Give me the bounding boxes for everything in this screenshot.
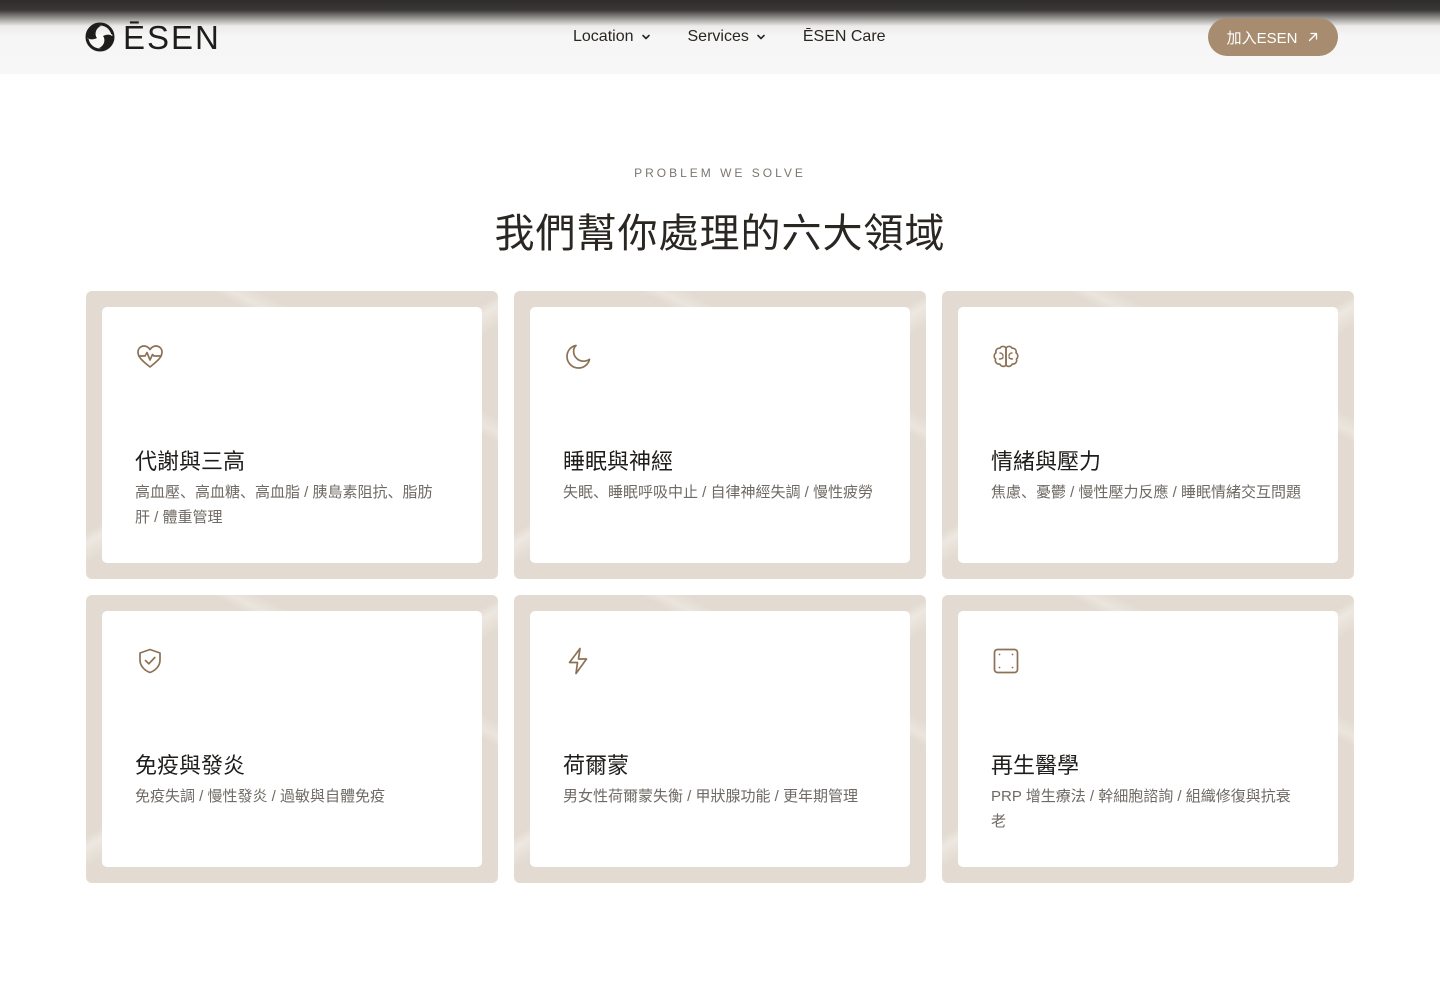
problem-card-immune[interactable]: 免疫與發炎 免疫失調 / 慢性發炎 / 過敏與自體免疫 xyxy=(102,611,482,867)
problem-card-metabolic[interactable]: 代謝與三高 高血壓、高血糖、高血脂 / 胰島素阻抗、脂肪肝 / 體重管理 xyxy=(102,307,482,563)
chevron-down-icon xyxy=(757,34,765,40)
join-esen-button[interactable]: 加入ESEN xyxy=(1208,18,1338,56)
card-title: 荷爾蒙 xyxy=(563,753,630,778)
card-title: 情緒與壓力 xyxy=(991,449,1102,474)
join-esen-label: 加入ESEN xyxy=(1226,29,1298,47)
card-title: 再生醫學 xyxy=(991,753,1080,778)
card-description: PRP 增生療法 / 幹細胞諮詢 / 組織修復與抗衰老 xyxy=(991,788,1291,830)
lightning-icon xyxy=(568,647,588,675)
card-title: 代謝與三高 xyxy=(135,449,246,474)
card-description: 免疫失調 / 慢性發炎 / 過敏與自體免疫 xyxy=(135,788,386,805)
card-description: 高血壓、高血糖、高血脂 / 胰島素阻抗、脂肪肝 / 體重管理 xyxy=(135,484,433,526)
problem-card-frame: 免疫與發炎 免疫失調 / 慢性發炎 / 過敏與自體免疫 xyxy=(86,595,498,883)
problem-card-emotion[interactable]: 情緒與壓力 焦慮、憂鬱 / 慢性壓力反應 / 睡眠情緒交互問題 xyxy=(958,307,1338,563)
heart-pulse-icon xyxy=(137,345,163,368)
nav-location-label: Location xyxy=(573,28,634,45)
shield-check-icon xyxy=(139,648,161,674)
chevron-down-icon xyxy=(641,34,650,40)
problem-card-frame: 情緒與壓力 焦慮、憂鬱 / 慢性壓力反應 / 睡眠情緒交互問題 xyxy=(942,291,1354,579)
card-title: 免疫與發炎 xyxy=(135,753,246,778)
problem-card-sleep[interactable]: 睡眠與神經 失眠、睡眠呼吸中止 / 自律神經失調 / 慢性疲勞 xyxy=(530,307,910,563)
nav-esen-care-label: ĒSEN Care xyxy=(802,28,886,45)
card-description: 失眠、睡眠呼吸中止 / 自律神經失調 / 慢性疲勞 xyxy=(563,484,874,501)
problem-cards-grid: 代謝與三高 高血壓、高血糖、高血脂 / 胰島素阻抗、脂肪肝 / 體重管理 睡眠與… xyxy=(86,291,1354,883)
section-title: 我們幫你處理的六大領域 xyxy=(494,211,946,256)
problem-card-regenerative[interactable]: 再生醫學 PRP 增生療法 / 幹細胞諮詢 / 組織修復與抗衰老 xyxy=(958,611,1338,867)
problem-card-hormone[interactable]: 荷爾蒙 男女性荷爾蒙失衡 / 甲狀腺功能 / 更年期管理 xyxy=(530,611,910,867)
nav-esen-care[interactable]: ĒSEN Care xyxy=(803,26,886,48)
problem-card-frame: 荷爾蒙 男女性荷爾蒙失衡 / 甲狀腺功能 / 更年期管理 xyxy=(514,595,926,883)
problem-card-frame: 睡眠與神經 失眠、睡眠呼吸中止 / 自律神經失調 / 慢性疲勞 xyxy=(514,291,926,579)
square-dots-icon xyxy=(993,648,1019,674)
logo-text: ĒSEN xyxy=(123,19,221,56)
main-nav: Location Services ĒSEN Care xyxy=(573,26,886,48)
card-description: 焦慮、憂鬱 / 慢性壓力反應 / 睡眠情緒交互問題 xyxy=(991,484,1302,501)
arrow-up-right-icon xyxy=(1309,32,1318,42)
moon-icon xyxy=(566,344,591,369)
section-eyebrow: PROBLEM WE SOLVE xyxy=(634,166,806,180)
site-header: ĒSEN Location Services ĒSEN Care 加入ESEN xyxy=(0,0,1440,74)
nav-services[interactable]: Services xyxy=(688,26,767,48)
logo[interactable]: ĒSEN xyxy=(85,19,221,56)
nav-location[interactable]: Location xyxy=(573,26,652,48)
card-title: 睡眠與神經 xyxy=(563,449,674,474)
nav-services-label: Services xyxy=(687,28,749,45)
brain-icon xyxy=(993,345,1019,368)
problem-card-frame: 代謝與三高 高血壓、高血糖、高血脂 / 胰島素阻抗、脂肪肝 / 體重管理 xyxy=(86,291,498,579)
problem-card-frame: 再生醫學 PRP 增生療法 / 幹細胞諮詢 / 組織修復與抗衰老 xyxy=(942,595,1354,883)
card-description: 男女性荷爾蒙失衡 / 甲狀腺功能 / 更年期管理 xyxy=(563,788,859,805)
esen-logo-icon xyxy=(85,22,115,52)
